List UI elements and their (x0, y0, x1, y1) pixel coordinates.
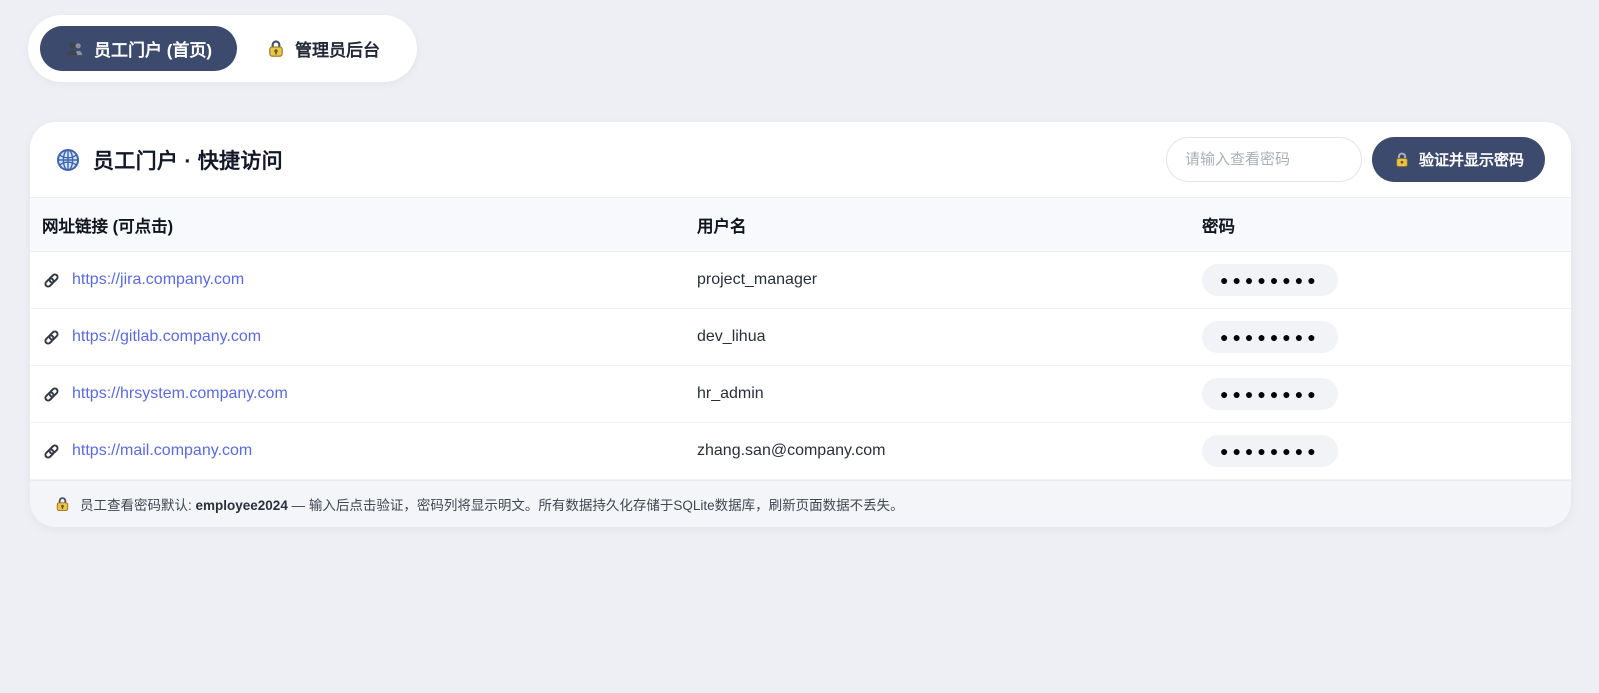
masked-password: ●●●●●●●● (1202, 264, 1338, 296)
users-icon (65, 39, 85, 59)
tab-employee-portal[interactable]: 员工门户 (首页) (40, 26, 237, 71)
site-link-jira[interactable]: https://jira.company.com (72, 271, 244, 289)
link-icon (42, 442, 61, 461)
globe-icon (56, 148, 80, 172)
site-link-hrsystem[interactable]: https://hrsystem.company.com (72, 385, 288, 403)
table-row: https://hrsystem.company.com hr_admin ●●… (30, 366, 1571, 423)
site-link-mail[interactable]: https://mail.company.com (72, 442, 252, 460)
site-link-gitlab[interactable]: https://gitlab.company.com (72, 328, 261, 346)
password-cell: ●●●●●●●● (1190, 378, 1571, 410)
column-header-password: 密码 (1190, 213, 1571, 237)
footer-note-text: 员工查看密码默认: employee2024 — 输入后点击验证，密码列将显示明… (80, 494, 904, 514)
link-icon (42, 328, 61, 347)
password-cell: ●●●●●●●● (1190, 264, 1571, 296)
table-header-row: 网址链接 (可点击) 用户名 密码 (30, 197, 1571, 252)
tab-admin-backend[interactable]: 管理员后台 (241, 26, 405, 71)
masked-password: ●●●●●●●● (1202, 435, 1338, 467)
masked-password: ●●●●●●●● (1202, 321, 1338, 353)
password-cell: ●●●●●●●● (1190, 435, 1571, 467)
url-cell: https://gitlab.company.com (30, 328, 685, 347)
page-title: 员工门户 · 快捷访问 (93, 145, 283, 175)
footer-note-suffix: — 输入后点击验证，密码列将显示明文。所有数据持久化存储于SQLite数据库，刷… (288, 498, 904, 513)
password-controls: 验证并显示密码 (1166, 137, 1545, 182)
url-cell: https://mail.company.com (30, 442, 685, 461)
lock-icon (1393, 151, 1411, 169)
table-row: https://gitlab.company.com dev_lihua ●●●… (30, 309, 1571, 366)
masked-password: ●●●●●●●● (1202, 378, 1338, 410)
column-header-url: 网址链接 (可点击) (30, 213, 685, 237)
link-icon (42, 271, 61, 290)
username-cell: project_manager (685, 271, 1190, 289)
link-icon (42, 385, 61, 404)
default-password-code: employee2024 (196, 498, 288, 513)
verify-button-label: 验证并显示密码 (1419, 149, 1524, 170)
footer-note-prefix: 员工查看密码默认: (80, 498, 196, 513)
url-cell: https://jira.company.com (30, 271, 685, 290)
view-password-input[interactable] (1166, 137, 1362, 182)
verify-show-password-button[interactable]: 验证并显示密码 (1372, 137, 1545, 182)
tab-bar: 员工门户 (首页) 管理员后台 (28, 15, 417, 82)
footer-note: 员工查看密码默认: employee2024 — 输入后点击验证，密码列将显示明… (30, 480, 1571, 527)
tab-employee-portal-label: 员工门户 (首页) (94, 36, 212, 61)
card-header: 员工门户 · 快捷访问 验证并显示密码 (30, 122, 1571, 197)
page-background: 员工门户 (首页) 管理员后台 员工门户 · 快捷访问 验证并显示密码 网址链接… (0, 0, 1599, 527)
username-cell: hr_admin (685, 385, 1190, 403)
username-cell: dev_lihua (685, 328, 1190, 346)
portal-card: 员工门户 · 快捷访问 验证并显示密码 网址链接 (可点击) 用户名 密码 ht… (30, 122, 1571, 527)
lock-with-key-icon (54, 496, 71, 513)
table-row: https://mail.company.com zhang.san@compa… (30, 423, 1571, 480)
url-cell: https://hrsystem.company.com (30, 385, 685, 404)
tab-admin-backend-label: 管理员后台 (295, 36, 380, 61)
username-cell: zhang.san@company.com (685, 442, 1190, 460)
table-row: https://jira.company.com project_manager… (30, 252, 1571, 309)
title-area: 员工门户 · 快捷访问 (56, 145, 283, 175)
column-header-username: 用户名 (685, 213, 1190, 237)
lock-with-key-icon (266, 39, 286, 59)
password-cell: ●●●●●●●● (1190, 321, 1571, 353)
